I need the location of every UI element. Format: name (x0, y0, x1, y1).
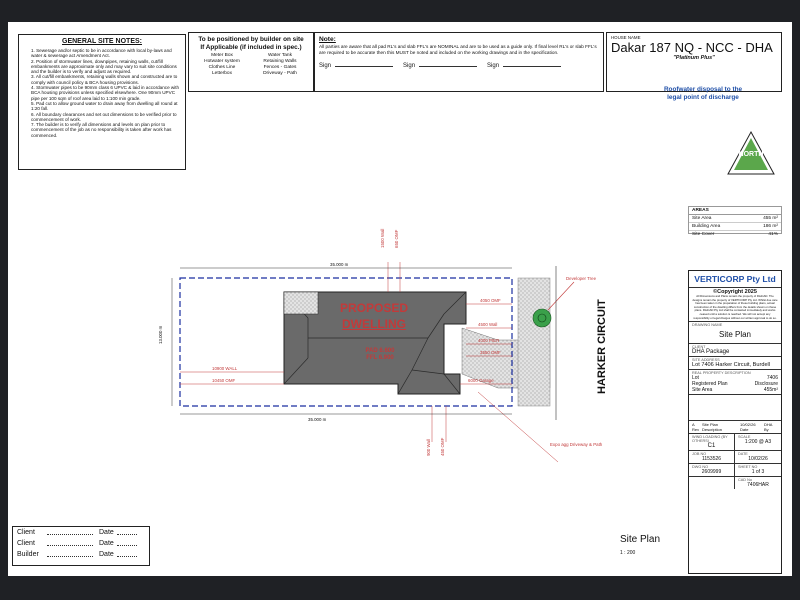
street-name: HARKER CIRCUIT (596, 299, 608, 394)
client-row: CLIENT DHA Package (689, 344, 781, 358)
drawing-sheet: GENERAL SITE NOTES: 1. Sewerage and/or s… (8, 22, 792, 576)
site-plan-drawing (171, 262, 575, 463)
client-name: DHA Package (692, 349, 730, 356)
revision-row: A Site Plan 10/02/26 DHA Rev Description… (689, 421, 781, 435)
bottom-omf-dim: 450 OMF (440, 437, 445, 456)
client-date-label: Date (99, 540, 114, 547)
proposed-line-2: DWELLING (342, 317, 406, 331)
right-4000-dim: 4000 PIER (478, 338, 500, 343)
site-area-label: Site Area (692, 387, 713, 394)
client-sign-row[interactable]: Client Date (13, 527, 149, 538)
left-boundary-dim: 13.000 m (158, 325, 163, 344)
client-date-label: Date (99, 529, 114, 536)
site-address-row: SITE ADDRESS Lot 7406 Harker Circuit, Bu… (689, 357, 781, 371)
right-3550-dim: 3550 OMF (480, 350, 501, 355)
bottom-wall-dim: 900 Wall (426, 439, 431, 456)
dwg-value: 2609999 (701, 469, 722, 476)
top-wall-dim: 1500 Wall (380, 228, 385, 248)
right-4050-dim: 4050 OMF (480, 298, 501, 303)
right-4500-dim: 4500 Wall (478, 322, 498, 327)
revision-header: Date (740, 427, 749, 433)
bottom-drawing-scale: 1 : 200 (620, 550, 636, 556)
company-name: VERTICORP Pty Ltd (694, 274, 776, 284)
builder-date-label: Date (99, 551, 114, 558)
client-sign-row[interactable]: Client Date (13, 538, 149, 549)
wind-value: C1 (707, 443, 716, 450)
revision-header: Description (702, 427, 723, 433)
real-property-row: REAL PROPERTY DESCRIPTION Lot 7406 Regist… (689, 370, 781, 396)
client-sign-label: Client (17, 529, 35, 536)
left-wall-dim: 10900 WALL (212, 366, 238, 371)
top-boundary-dim: 35.000 m (330, 262, 349, 267)
drawing-name-row: DRAWING NAME Site Plan (689, 322, 781, 345)
level-labels: PAD 6.600 FFL 6.900 (352, 348, 408, 362)
site-area-value: 455m² (763, 387, 778, 394)
cad-value: 7406HAR (747, 482, 769, 489)
revision-header: By (764, 427, 769, 433)
developer-tree-label: Developer Tree (566, 276, 597, 281)
bottom-drawing-title: Site Plan (620, 534, 661, 545)
proposed-dwelling-label: PROPOSED DWELLING (334, 300, 414, 332)
entry-porch (283, 291, 319, 315)
left-omf-dim: 10450 OMF (212, 378, 236, 383)
top-omf-dim: 650 OMF (394, 229, 399, 248)
footpath-strip (517, 277, 551, 407)
builder-sign-label: Builder (17, 551, 39, 558)
proposed-line-1: PROPOSED (339, 301, 408, 315)
legal-text: All Dimensions and Plans remain the prop… (692, 294, 778, 320)
sheet-value: 1 of 3 (751, 469, 765, 476)
copyright-row: ©Copyright 2025 All Dimensions and Plans… (689, 288, 781, 323)
garage-dim: 6000 Garage (468, 378, 494, 383)
title-block: VERTICORP Pty Ltd ©Copyright 2025 All Di… (688, 270, 782, 574)
job-value: 1153526 (701, 456, 722, 463)
revision-spacer (689, 395, 781, 422)
client-sign-panel: Client Date Client Date Builder Date (12, 526, 150, 566)
client-sign-row[interactable]: Builder Date (13, 549, 149, 560)
site-address: Lot 7406 Harker Circuit, Burdell (692, 362, 771, 369)
drawing-name: Site Plan (718, 330, 752, 340)
revision-header: Rev (692, 427, 700, 433)
ffl-level: FFL 6.900 (366, 355, 394, 361)
company-row: VERTICORP Pty Ltd (689, 271, 781, 288)
job-info-grid: WIND LOADING (BY OTHERS) C1 SCALE 1:200 @ … (689, 434, 781, 490)
bottom-boundary-dim: 35.000 m (308, 417, 327, 422)
developer-tree-icon (532, 308, 552, 328)
client-sign-label: Client (17, 540, 35, 547)
pad-level: PAD 6.600 (365, 348, 395, 354)
scale-value: 1:200 @ A3 (744, 439, 772, 446)
driveway-label: Expo agg Driveway & Path (550, 442, 603, 447)
wind-label: WIND LOADING (BY OTHERS) (692, 435, 728, 444)
date-value: 10/02/26 (748, 456, 768, 463)
